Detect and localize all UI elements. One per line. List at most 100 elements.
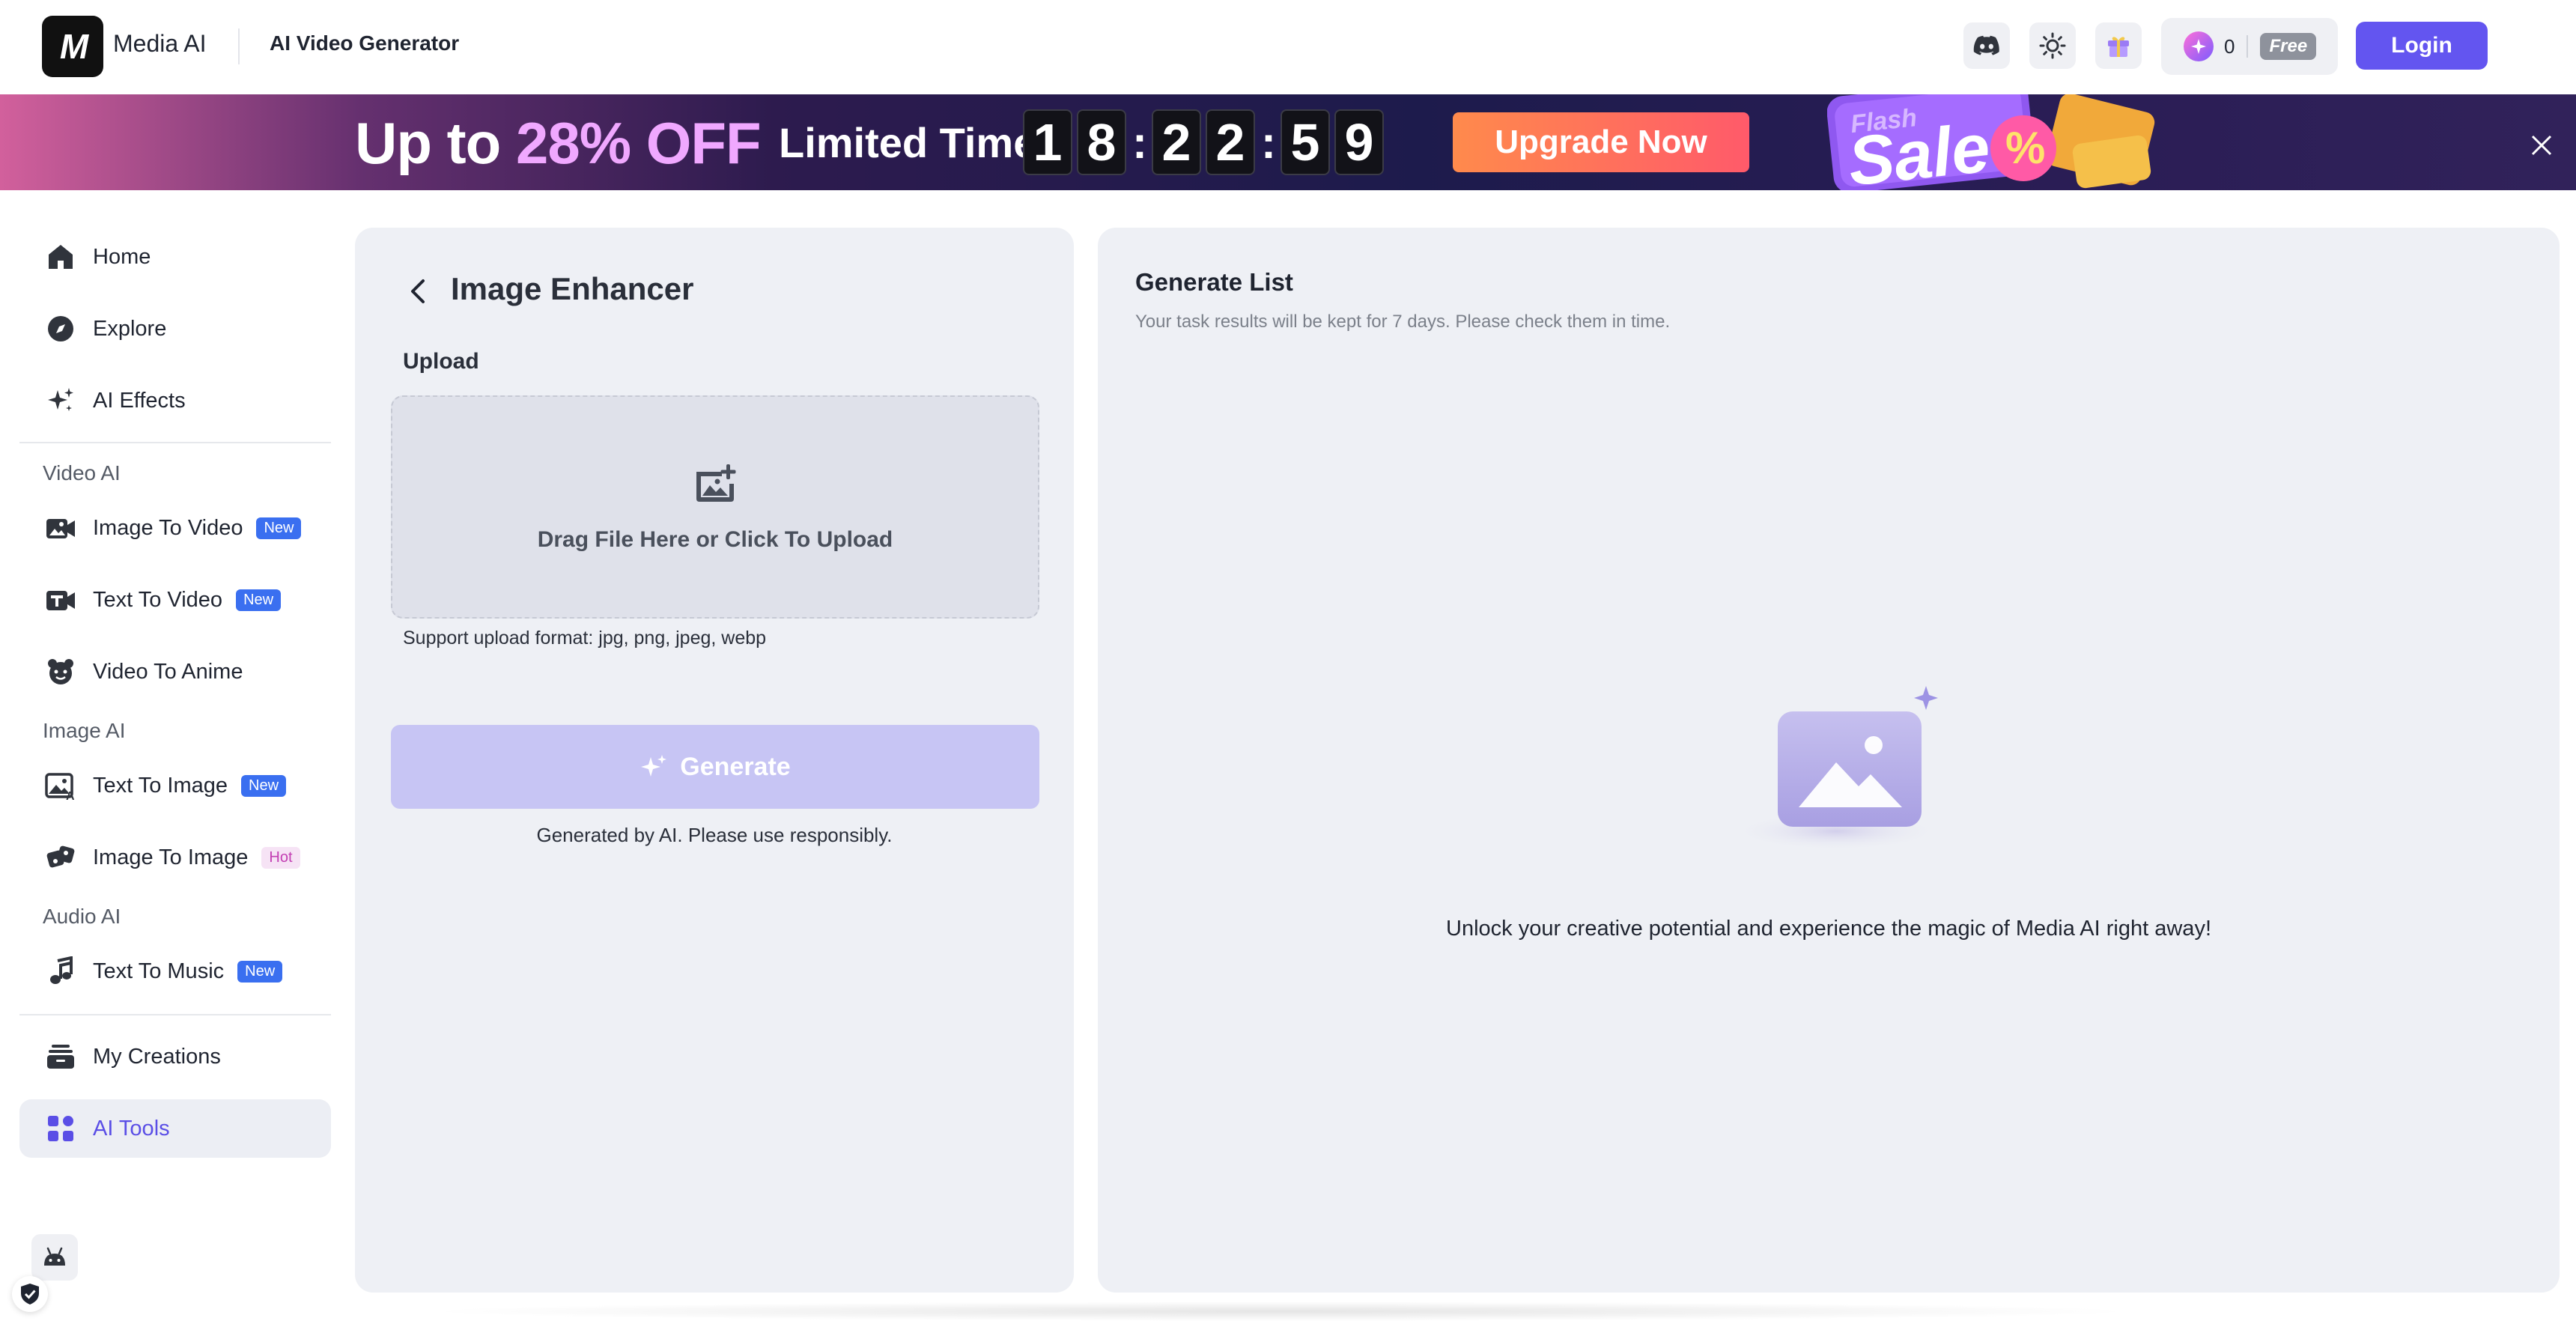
page-title: Image Enhancer xyxy=(451,271,694,306)
theme-toggle-button[interactable] xyxy=(2029,22,2076,69)
image-add-icon xyxy=(696,464,736,502)
sidebar: Home Explore AI Effects Video AI Image T… xyxy=(0,190,349,1321)
countdown-digit: 2 xyxy=(1151,109,1201,175)
sidebar-item-text-to-music[interactable]: Text To Music New xyxy=(19,942,331,1000)
sparkle-icon xyxy=(641,755,667,777)
text-video-icon xyxy=(43,583,78,617)
discord-icon xyxy=(1973,35,1999,55)
chevron-left-icon xyxy=(411,279,425,303)
back-button[interactable] xyxy=(400,273,437,310)
new-badge: New xyxy=(241,774,287,797)
new-badge: New xyxy=(236,589,282,611)
ai-disclaimer: Generated by AI. Please use responsibly. xyxy=(536,824,893,846)
home-icon xyxy=(43,240,78,274)
sparkle-icon xyxy=(43,383,78,418)
new-badge: New xyxy=(237,960,283,983)
sidebar-item-label: Home xyxy=(93,244,151,269)
sidebar-item-label: Text To Music xyxy=(93,959,225,983)
promo-banner[interactable]: Up to 28% OFF Limited Time 1 8 : 2 2 : 5… xyxy=(0,94,2576,190)
android-app-button[interactable] xyxy=(31,1234,78,1281)
banner-limited-time: Limited Time xyxy=(779,119,1037,166)
upload-label: Upload xyxy=(403,349,479,374)
image-enhancer-panel: Image Enhancer Upload Drag File Here or … xyxy=(355,228,1074,1293)
image-video-icon xyxy=(43,511,78,545)
sale-art-sale: Sale xyxy=(1844,109,1993,190)
upgrade-now-button[interactable]: Upgrade Now xyxy=(1453,112,1749,172)
new-badge: New xyxy=(256,517,302,539)
sidebar-item-explore[interactable]: Explore xyxy=(19,300,331,358)
grid-apps-icon xyxy=(43,1111,78,1146)
brand-name[interactable]: Media AI xyxy=(113,30,207,58)
login-button[interactable]: Login xyxy=(2356,22,2488,70)
countdown-digit: 2 xyxy=(1205,109,1255,175)
sidebar-item-label: AI Effects xyxy=(93,388,186,413)
gift-icon xyxy=(2108,37,2129,57)
countdown-digit: 8 xyxy=(1077,109,1126,175)
sidebar-item-label: Video To Anime xyxy=(93,659,243,684)
generate-label: Generate xyxy=(680,752,791,781)
sidebar-item-ai-tools[interactable]: AI Tools xyxy=(19,1099,331,1158)
sun-icon xyxy=(2039,32,2066,59)
sidebar-item-label: Explore xyxy=(93,316,167,341)
close-icon xyxy=(2531,135,2552,156)
countdown-colon: : xyxy=(1260,117,1276,168)
sale-art-percent: % xyxy=(2005,123,2045,173)
section-title-image-ai: Image AI xyxy=(43,719,126,742)
sidebar-item-image-to-image[interactable]: Image To Image Hot xyxy=(19,828,331,887)
countdown-timer: 1 8 : 2 2 : 5 9 xyxy=(1023,109,1388,175)
gift-button[interactable] xyxy=(2095,22,2142,69)
sidebar-item-home[interactable]: Home xyxy=(19,228,331,286)
svg-text:A: A xyxy=(66,790,75,801)
image-swap-icon xyxy=(43,840,78,875)
countdown-digit: 9 xyxy=(1334,109,1384,175)
file-dropzone[interactable]: Drag File Here or Click To Upload xyxy=(391,395,1039,619)
credits-indicator[interactable]: 0 Free xyxy=(2161,18,2338,75)
sidebar-item-label: Text To Video xyxy=(93,587,223,612)
text-image-icon: A xyxy=(43,768,78,803)
sidebar-item-ai-effects[interactable]: AI Effects xyxy=(19,371,331,430)
section-title-audio-ai: Audio AI xyxy=(43,905,121,928)
sidebar-item-video-to-anime[interactable]: Video To Anime xyxy=(19,643,331,701)
plan-badge: Free xyxy=(2260,33,2317,60)
app-title: AI Video Generator xyxy=(270,31,460,55)
top-header: M Media AI AI Video Generator 0 Free Log… xyxy=(0,0,2576,94)
banner-close-button[interactable] xyxy=(2521,124,2563,166)
bottom-shadow xyxy=(419,1302,2142,1321)
banner-headline-prefix: Up to xyxy=(355,110,516,176)
credit-star-icon xyxy=(2184,31,2214,61)
logo-mark: M xyxy=(59,27,88,66)
logo[interactable]: M xyxy=(42,16,103,77)
header-divider xyxy=(238,28,240,64)
countdown-colon: : xyxy=(1132,117,1147,168)
sidebar-item-label: Image To Image xyxy=(93,845,249,869)
empty-state-message: Unlock your creative potential and exper… xyxy=(1446,917,2211,941)
banner-headline: Up to 28% OFF xyxy=(355,109,762,177)
sidebar-item-label: AI Tools xyxy=(93,1116,170,1141)
sidebar-item-label: Text To Image xyxy=(93,773,228,798)
sidebar-item-label: My Creations xyxy=(93,1044,221,1069)
security-shield-button[interactable] xyxy=(12,1276,48,1312)
sidebar-item-my-creations[interactable]: My Creations xyxy=(19,1027,331,1086)
sidebar-item-text-to-video[interactable]: Text To Video New xyxy=(19,571,331,629)
supported-formats: Support upload format: jpg, png, jpeg, w… xyxy=(403,628,767,649)
compass-icon xyxy=(43,312,78,346)
sidebar-item-image-to-video[interactable]: Image To Video New xyxy=(19,499,331,557)
banner-discount: 28% OFF xyxy=(515,110,762,176)
discord-button[interactable] xyxy=(1963,22,2010,69)
anime-face-icon xyxy=(43,655,78,689)
generate-button[interactable]: Generate xyxy=(391,725,1039,809)
countdown-digit: 1 xyxy=(1023,109,1072,175)
hot-badge: Hot xyxy=(261,846,300,869)
android-icon xyxy=(44,1247,65,1266)
flash-sale-artwork: Flash Sale % xyxy=(1827,94,2155,190)
section-title-video-ai: Video AI xyxy=(43,461,121,485)
credit-count: 0 xyxy=(2224,34,2235,58)
credit-separator xyxy=(2247,35,2249,58)
sidebar-item-label: Image To Video xyxy=(93,515,243,540)
sidebar-divider xyxy=(19,442,331,443)
generate-list-panel: Generate List Your task results will be … xyxy=(1098,228,2560,1293)
sidebar-item-text-to-image[interactable]: A Text To Image New xyxy=(19,756,331,815)
empty-state-image-icon xyxy=(1731,686,1941,851)
shield-check-icon xyxy=(21,1284,39,1305)
stack-icon xyxy=(43,1039,78,1074)
